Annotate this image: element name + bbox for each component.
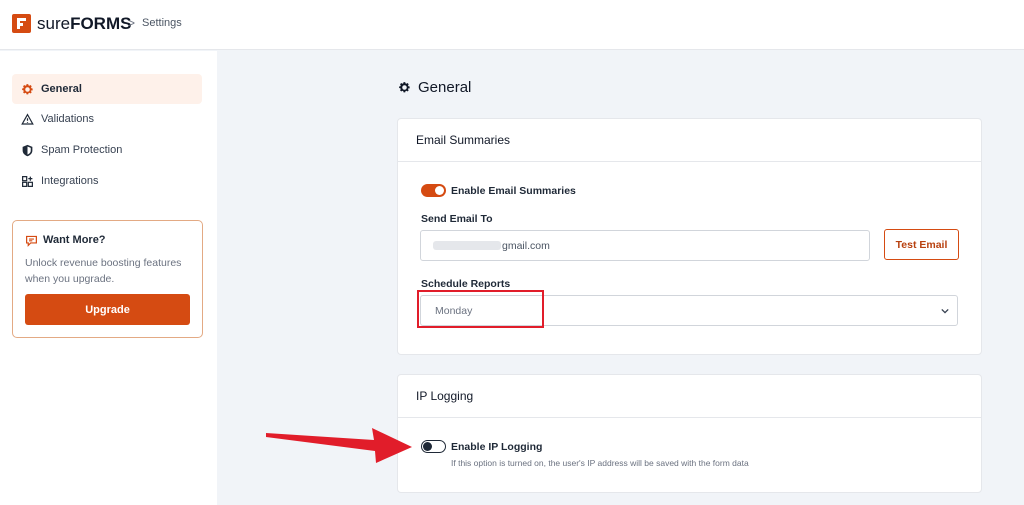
sidebar-item-general[interactable]: General: [12, 74, 202, 104]
send-email-to-value: gmail.com: [502, 239, 550, 252]
redacted-email-prefix: [433, 241, 501, 250]
breadcrumb-settings[interactable]: Settings: [142, 17, 182, 29]
test-email-button[interactable]: Test Email: [884, 229, 959, 260]
grid-plus-icon: [22, 175, 33, 187]
shield-icon: [22, 144, 33, 156]
top-bar: sureFORMS > Settings: [0, 0, 1024, 50]
ip-logging-card: IP Logging: [397, 374, 982, 493]
promo-description: Unlock revenue boosting features when yo…: [25, 257, 182, 285]
brand-name-bold: FORMS: [70, 14, 132, 33]
brand-name-light: sure: [37, 14, 71, 33]
upgrade-button[interactable]: Upgrade: [25, 294, 190, 325]
ip-logging-help-text: If this option is turned on, the user's …: [451, 458, 749, 468]
chat-bubble-icon: [26, 235, 37, 247]
toggle-knob: [423, 441, 432, 451]
toggle-knob: [435, 186, 444, 195]
send-email-to-label: Send Email To: [421, 213, 493, 225]
email-summaries-toggle[interactable]: [421, 184, 446, 197]
sureforms-logo-icon: [12, 14, 31, 33]
sidebar-item-label: Integrations: [41, 174, 99, 187]
sidebar-item-spam-protection[interactable]: Spam Protection: [12, 135, 202, 165]
annotation-highlight-box: [417, 290, 544, 328]
brand-name: sureFORMS: [37, 14, 131, 34]
send-email-to-input[interactable]: gmail.com: [420, 230, 870, 261]
annotation-arrow-icon: [266, 428, 412, 463]
ip-logging-toggle-label: Enable IP Logging: [451, 441, 543, 453]
gear-icon: [22, 83, 33, 94]
sidebar-item-validations[interactable]: Validations: [12, 104, 202, 134]
ip-logging-toggle[interactable]: [421, 440, 446, 453]
sidebar-item-label: General: [41, 82, 82, 95]
upgrade-promo-card: Want More? Unlock revenue boosting featu…: [12, 220, 203, 338]
email-summaries-toggle-label: Enable Email Summaries: [451, 185, 576, 197]
ip-logging-heading: IP Logging: [398, 375, 981, 418]
sidebar-item-integrations[interactable]: Integrations: [12, 166, 202, 196]
breadcrumb-separator: >: [128, 16, 136, 30]
schedule-reports-label: Schedule Reports: [421, 278, 511, 290]
warning-triangle-icon: [21, 112, 34, 125]
page-title: General: [398, 79, 471, 96]
sidebar-item-label: Spam Protection: [41, 143, 123, 156]
sidebar: General Validations Spam Protection Inte…: [0, 51, 217, 505]
page-title-text: General: [418, 79, 472, 96]
chevron-down-icon: [941, 308, 949, 314]
email-summaries-heading: Email Summaries: [398, 119, 981, 162]
sidebar-item-label: Validations: [41, 112, 94, 125]
promo-title: Want More?: [43, 234, 106, 246]
gear-icon: [399, 82, 410, 93]
